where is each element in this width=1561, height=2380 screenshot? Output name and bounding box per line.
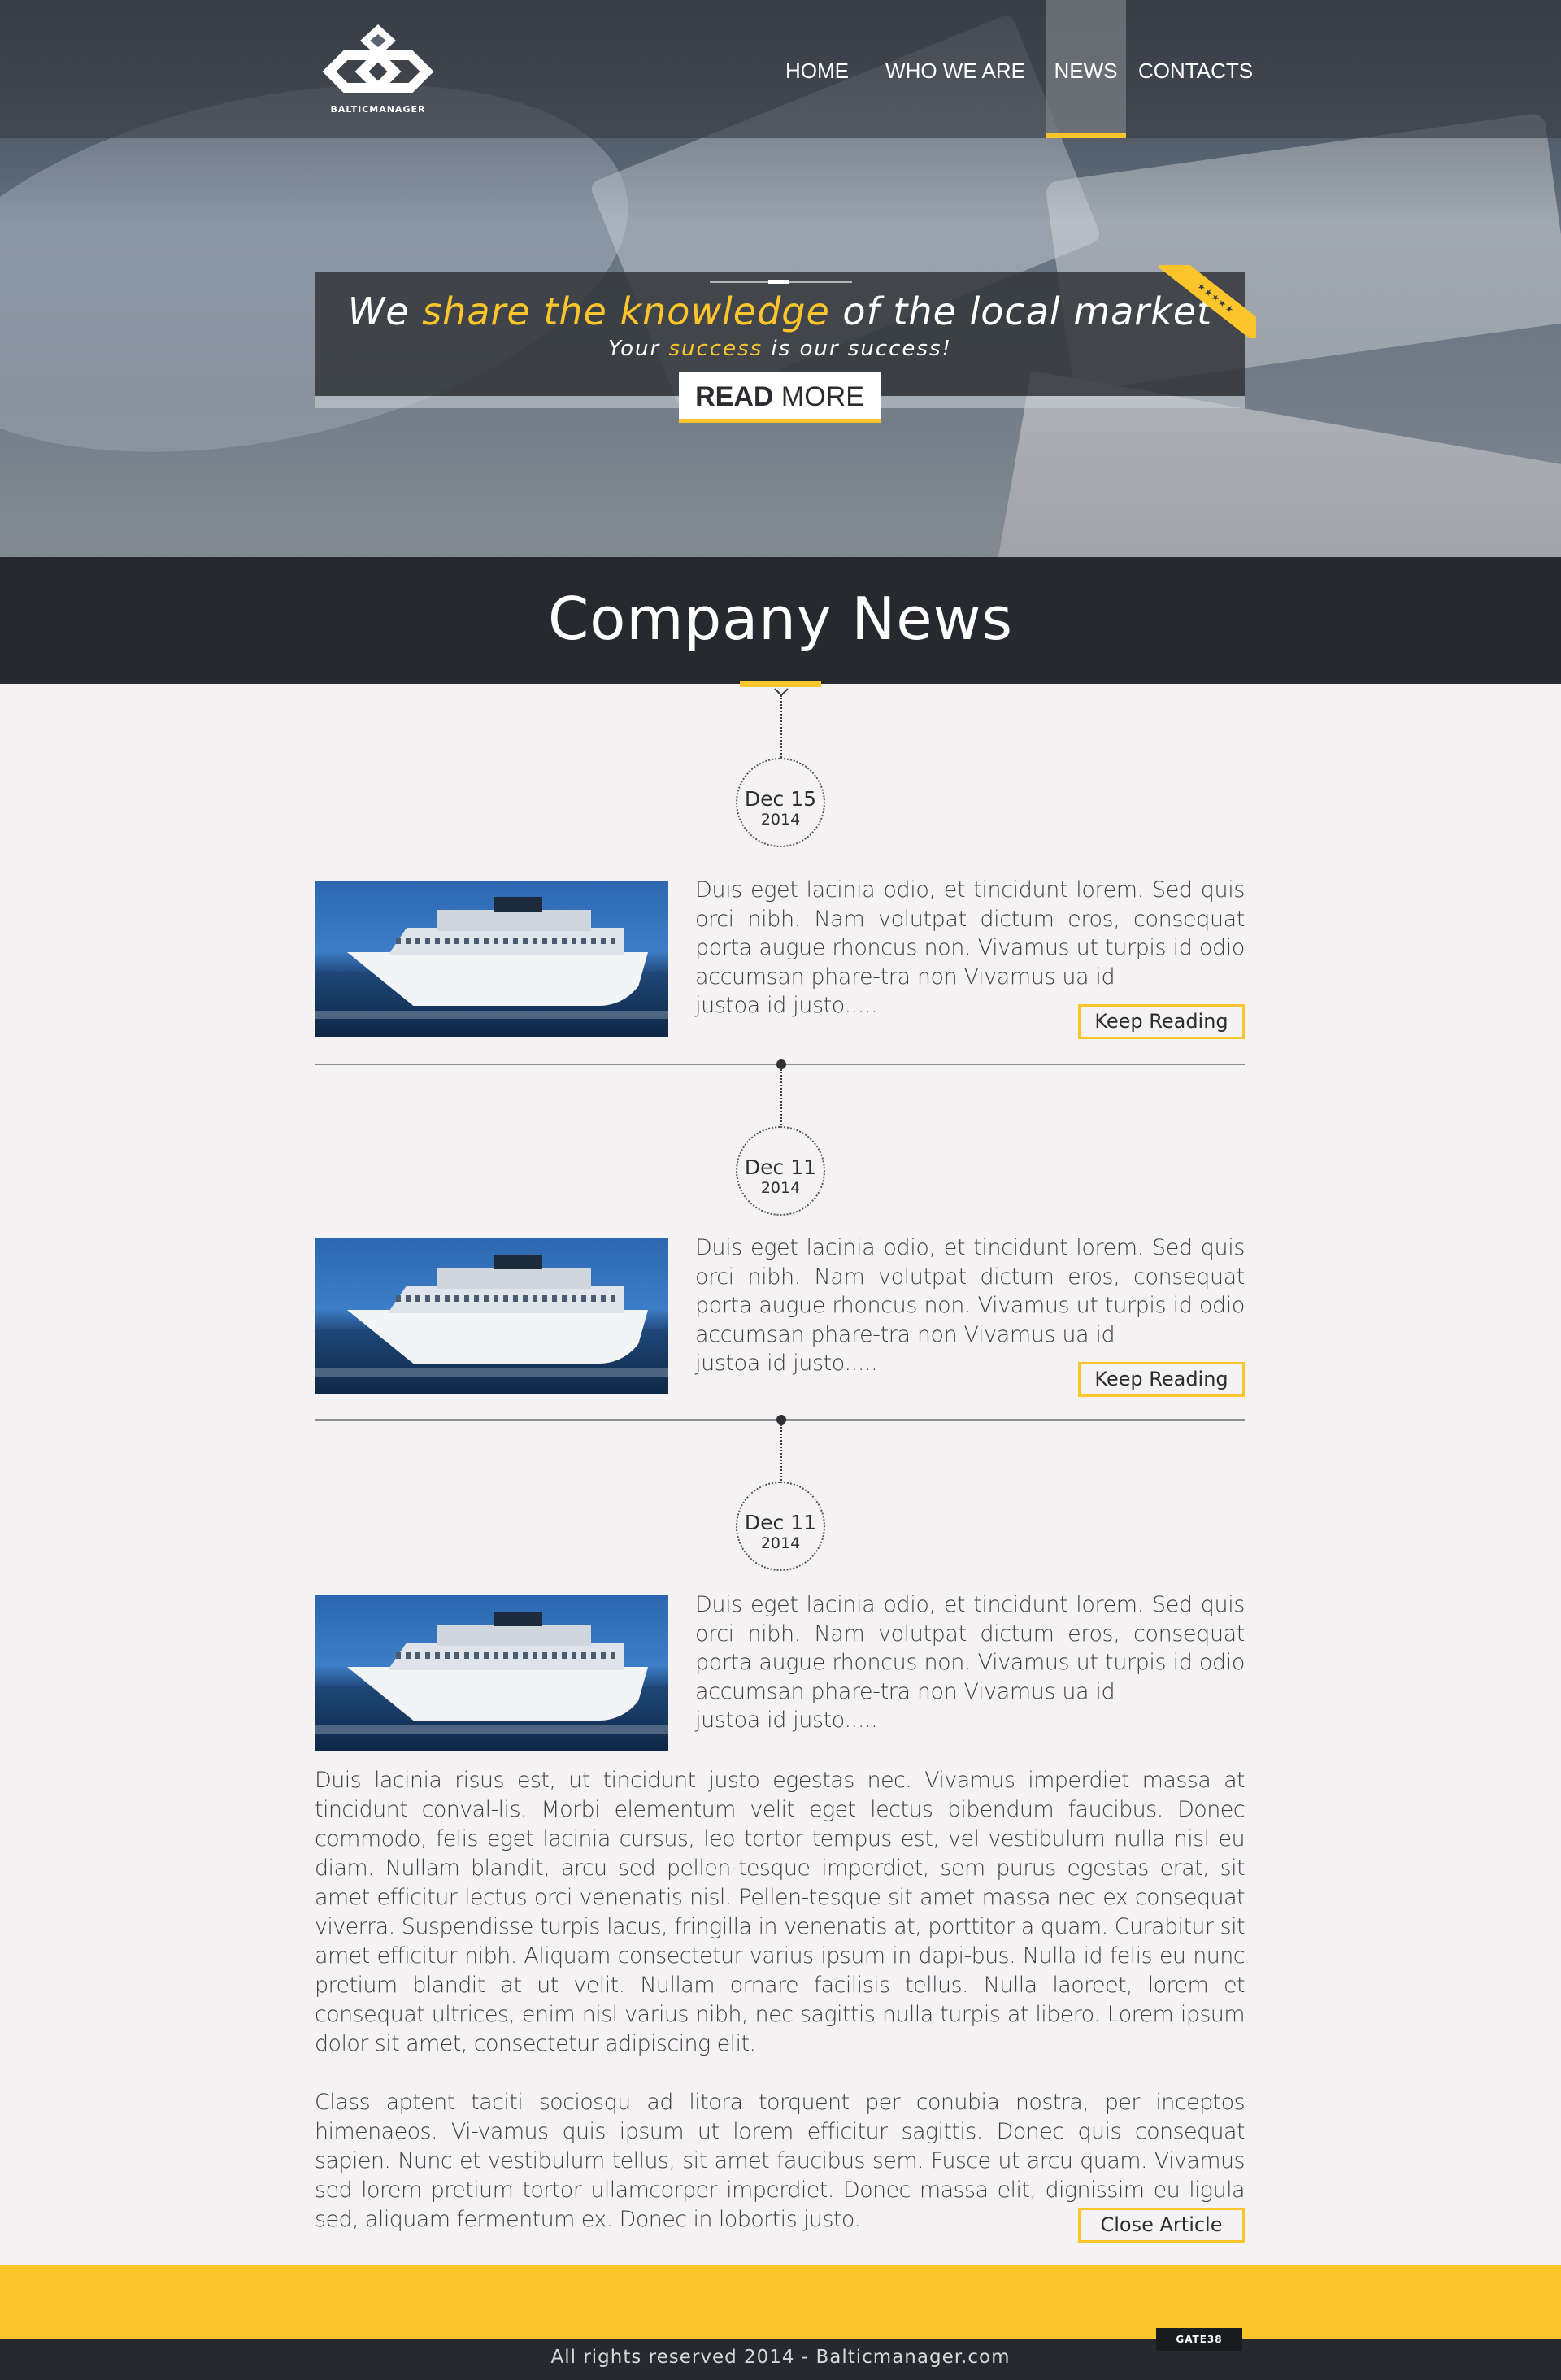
rating-stars: ★★★★★ <box>1159 265 1256 338</box>
hero-section: BALTICMANAGER HOME WHO WE ARE NEWS CONTA… <box>0 0 1561 557</box>
article-paragraph: Duis lacinia risus est, ut tincidunt jus… <box>315 1768 1246 2056</box>
article-thumbnail[interactable] <box>315 1238 668 1394</box>
hero-subheadline: Your success is our success! <box>608 337 952 361</box>
logo[interactable]: BALTICMANAGER <box>313 23 443 120</box>
date-year: 2014 <box>760 1179 801 1197</box>
nav-item-who-we-are[interactable]: WHO WE ARE <box>882 0 1028 138</box>
date-day: Dec 11 <box>744 1511 817 1534</box>
hero-headline-highlight: share the knowledge <box>422 289 830 333</box>
title-accent-bar <box>740 681 821 687</box>
section-title-bar: Company News <box>0 557 1561 684</box>
keep-reading-button[interactable]: Keep Reading <box>1078 1362 1245 1397</box>
developer-badge[interactable]: GATE38 <box>1156 2328 1242 2351</box>
article-excerpt-text: Duis eget lacinia odio, et tincidunt lor… <box>695 877 1245 990</box>
logo-text: BALTICMANAGER <box>330 104 426 115</box>
timeline-connector <box>780 695 782 760</box>
nav-item-contacts[interactable]: CONTACTS <box>1138 0 1253 138</box>
article-full-text: Duis lacinia risus est, ut tincidunt jus… <box>315 1766 1246 2234</box>
hero-headline: We share the knowledge of the local mark… <box>347 289 1213 333</box>
timeline-connector <box>780 1425 782 1483</box>
close-article-button[interactable]: Close Article <box>1078 2208 1245 2243</box>
article-excerpt: Duis eget lacinia odio, et tincidunt lor… <box>695 1234 1245 1378</box>
date-badge: Dec 11 2014 <box>736 1126 825 1216</box>
article-thumbnail[interactable] <box>315 881 668 1037</box>
date-day: Dec 15 <box>744 787 817 811</box>
article-excerpt-text: Duis eget lacinia odio, et tincidunt lor… <box>695 1592 1245 1704</box>
date-year: 2014 <box>760 1534 801 1552</box>
footer: All rights reserved 2014 - Balticmanager… <box>0 2339 1561 2380</box>
date-day: Dec 11 <box>744 1155 817 1179</box>
footer-accent-band <box>0 2265 1561 2339</box>
timeline-dot <box>776 1059 786 1069</box>
nav-item-news[interactable]: NEWS <box>1046 0 1126 138</box>
nav-item-home[interactable]: HOME <box>779 0 855 138</box>
page-title: Company News <box>548 585 1013 653</box>
keep-reading-button[interactable]: Keep Reading <box>1078 1004 1245 1039</box>
read-more-button[interactable]: READ MORE <box>679 372 881 423</box>
slider-indicator-active[interactable] <box>768 280 789 284</box>
article-excerpt-tail: justoa id justo..... <box>695 1708 878 1733</box>
rating-ribbon: ★★★★★ <box>1159 265 1256 338</box>
article-thumbnail[interactable] <box>315 1595 668 1751</box>
logo-icon <box>322 24 434 93</box>
date-badge: Dec 11 2014 <box>736 1482 825 1571</box>
footer-copyright: All rights reserved 2014 - Balticmanager… <box>550 2347 1011 2368</box>
article-excerpt: Duis eget lacinia odio, et tincidunt lor… <box>695 876 1245 1020</box>
date-badge: Dec 15 2014 <box>736 758 825 847</box>
date-year: 2014 <box>760 811 801 829</box>
hero-subheadline-highlight: success <box>668 337 763 361</box>
article-excerpt-text: Duis eget lacinia odio, et tincidunt lor… <box>695 1235 1245 1347</box>
timeline-connector <box>780 1069 782 1128</box>
article-excerpt: Duis eget lacinia odio, et tincidunt lor… <box>695 1590 1245 1735</box>
timeline-dot <box>776 1415 786 1425</box>
